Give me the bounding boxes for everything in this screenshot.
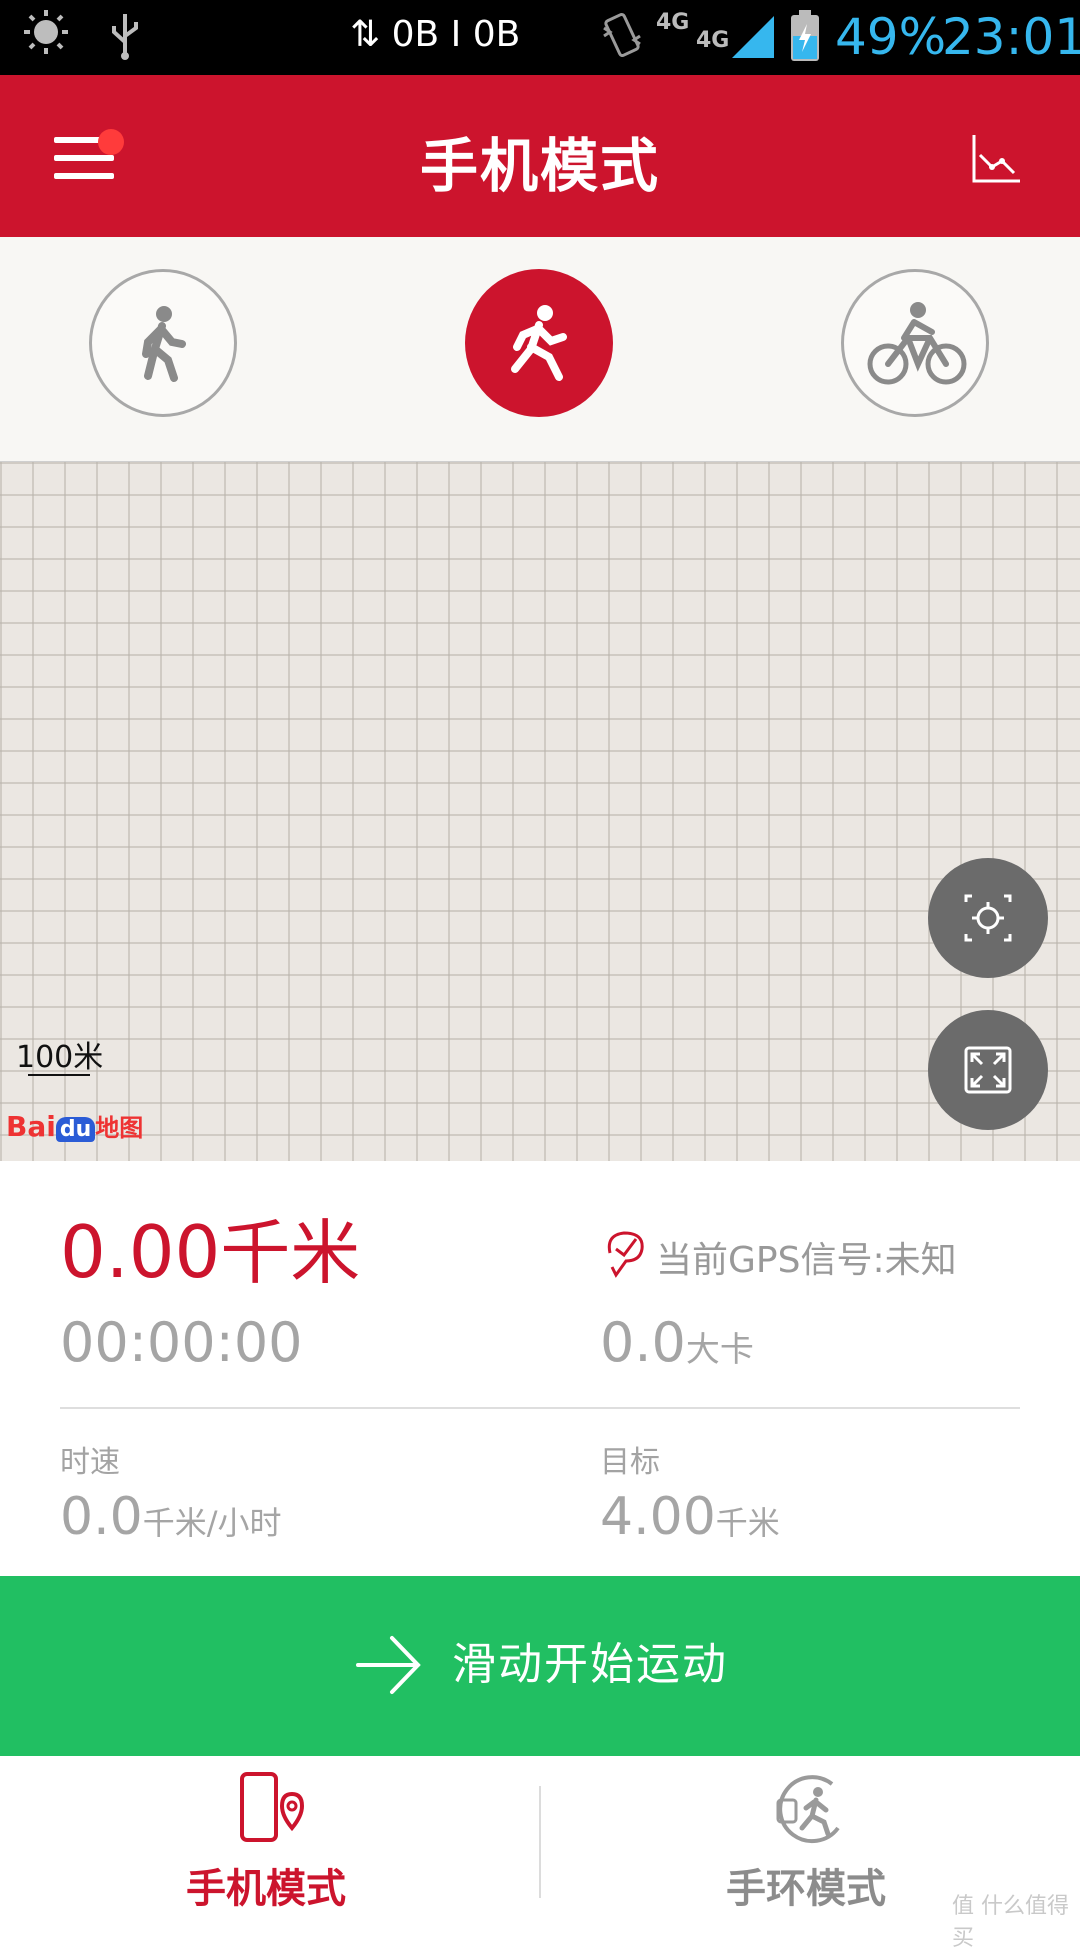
expand-icon	[964, 1046, 1012, 1094]
tab-phone-mode[interactable]: 手机模式	[140, 1756, 400, 1920]
calories-display: 0.0大卡	[600, 1311, 754, 1374]
walking-icon	[142, 306, 186, 382]
watermark: 值 什么值得买	[952, 1894, 1069, 1951]
fullscreen-button[interactable]	[928, 1010, 1048, 1130]
locate-button[interactable]	[928, 858, 1048, 978]
band-runner-icon	[776, 1775, 840, 1844]
calories-unit: 大卡	[685, 1330, 754, 1370]
signal-4g-label-b: 4G	[696, 28, 730, 53]
page-title: 手机模式	[419, 132, 660, 200]
statistics-chart-icon[interactable]	[970, 133, 1022, 185]
distance-unit: 千米	[220, 1212, 361, 1294]
tab-band-mode-label: 手环模式	[726, 1866, 886, 1912]
target-value: 4.00	[600, 1487, 716, 1547]
speed-unit: 千米/小时	[142, 1504, 282, 1542]
nav-divider	[539, 1786, 541, 1898]
tab-band-mode[interactable]: 手环模式	[680, 1756, 940, 1920]
calories-value: 0.0	[600, 1311, 686, 1374]
usb-icon	[112, 14, 138, 60]
arrow-right-icon	[356, 1636, 421, 1694]
clock: 23:01	[942, 8, 1080, 66]
signal-4g-label-a: 4G	[656, 10, 690, 35]
duration-value: 00:00:00	[60, 1311, 303, 1374]
target-unit: 千米	[715, 1504, 780, 1542]
vibrate-icon	[603, 13, 641, 57]
distance-display: 0.00千米	[60, 1197, 360, 1298]
walk-mode-button[interactable]	[89, 269, 237, 417]
battery-icon	[791, 10, 819, 61]
battery-percent: 49%	[835, 8, 947, 66]
status-bar: ⇅ 0B I 0B 4G 4G 49% 23:01	[0, 0, 1080, 75]
target-display[interactable]: 4.00千米	[600, 1487, 780, 1547]
cycling-icon	[867, 302, 967, 385]
start-label: 滑动开始运动	[452, 1639, 728, 1690]
network-speed: ⇅ 0B I 0B	[350, 14, 521, 55]
stats-divider	[60, 1407, 1020, 1409]
bike-mode-button[interactable]	[841, 269, 989, 417]
workout-stats: 0.00千米 当前GPS信号:未知 00:00:00 0.0大卡 时速 目标 0…	[0, 1161, 1080, 1576]
brightness-icon	[24, 10, 68, 54]
speed-display: 0.0千米/小时	[60, 1487, 282, 1547]
baidu-map-logo: Bai du 地图	[6, 1110, 144, 1143]
speed-value: 0.0	[60, 1487, 143, 1547]
tab-phone-mode-label: 手机模式	[186, 1866, 346, 1912]
map-scale-label: 100米	[16, 1040, 104, 1075]
phone-location-icon	[240, 1772, 305, 1842]
locate-target-icon	[964, 894, 1012, 942]
gps-status: 当前GPS信号:未知	[656, 1240, 957, 1281]
map-scale-bar	[28, 1074, 90, 1076]
sport-mode-selector	[0, 237, 1080, 462]
map-view[interactable]: 100米 Bai du 地图	[0, 462, 1080, 1161]
slide-to-start[interactable]: 滑动开始运动	[0, 1576, 1080, 1756]
speed-label: 时速	[60, 1445, 120, 1480]
gps-signal-icon	[607, 1231, 644, 1278]
run-mode-button[interactable]	[465, 269, 613, 417]
bottom-navigation: 手机模式 手环模式	[0, 1756, 1080, 1920]
running-icon	[511, 305, 567, 381]
app-header: 手机模式	[0, 75, 1080, 237]
signal-strength-icon	[732, 16, 774, 58]
target-label: 目标	[600, 1445, 660, 1480]
distance-value: 0.00	[60, 1210, 221, 1294]
